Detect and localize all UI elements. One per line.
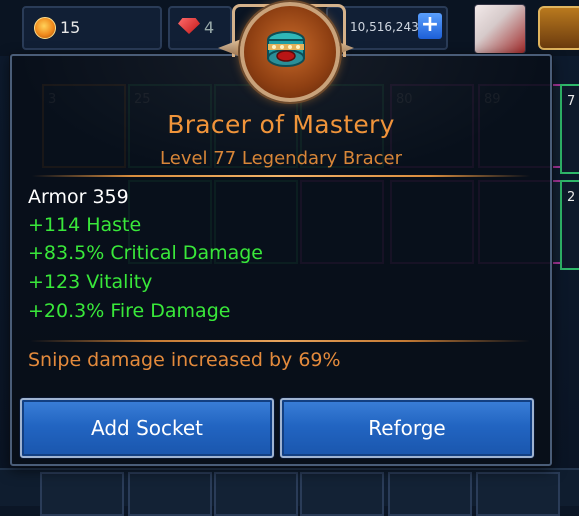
special-effect: Snipe damage increased by 69% — [28, 349, 341, 371]
reforge-button[interactable]: Reforge — [280, 398, 534, 458]
stat-line: +20.3% Fire Damage — [28, 300, 231, 322]
bottom-slot[interactable] — [128, 472, 212, 516]
scroll-icon[interactable] — [474, 4, 526, 54]
bottom-slot[interactable] — [388, 472, 472, 516]
item-tooltip-panel: Bracer of Mastery Level 77 Legendary Bra… — [10, 54, 552, 466]
item-subtitle: Level 77 Legendary Bracer — [160, 148, 402, 169]
bottom-slot[interactable] — [214, 472, 298, 516]
chest-icon[interactable] — [538, 6, 579, 50]
stat-line: +83.5% Critical Damage — [28, 242, 263, 264]
item-emblem — [212, 0, 360, 114]
gold-counter[interactable]: 15 — [22, 6, 162, 50]
add-socket-button[interactable]: Add Socket — [20, 398, 274, 458]
bottom-slot[interactable] — [476, 472, 560, 516]
coins-value: 10,516,243 — [350, 20, 419, 34]
bottom-slot[interactable] — [300, 472, 384, 516]
inventory-slot-edge[interactable]: 2 — [560, 180, 579, 270]
armor-stat: Armor 359 — [28, 186, 129, 208]
slot-count: 2 — [567, 190, 576, 205]
gold-value: 15 — [60, 18, 81, 37]
bottom-slot[interactable] — [40, 472, 124, 516]
red-gem-icon — [178, 18, 200, 34]
stat-line: +123 Vitality — [28, 271, 153, 293]
bracer-icon — [267, 31, 305, 67]
stat-line: +114 Haste — [28, 214, 142, 236]
item-name: Bracer of Mastery — [167, 110, 395, 139]
add-coins-button[interactable]: + — [418, 13, 442, 39]
inventory-slot-edge[interactable]: 7 — [560, 84, 579, 174]
header-divider — [32, 175, 530, 177]
lower-divider — [30, 340, 530, 342]
slot-count: 7 — [567, 94, 576, 109]
gold-coin-icon — [34, 17, 56, 39]
